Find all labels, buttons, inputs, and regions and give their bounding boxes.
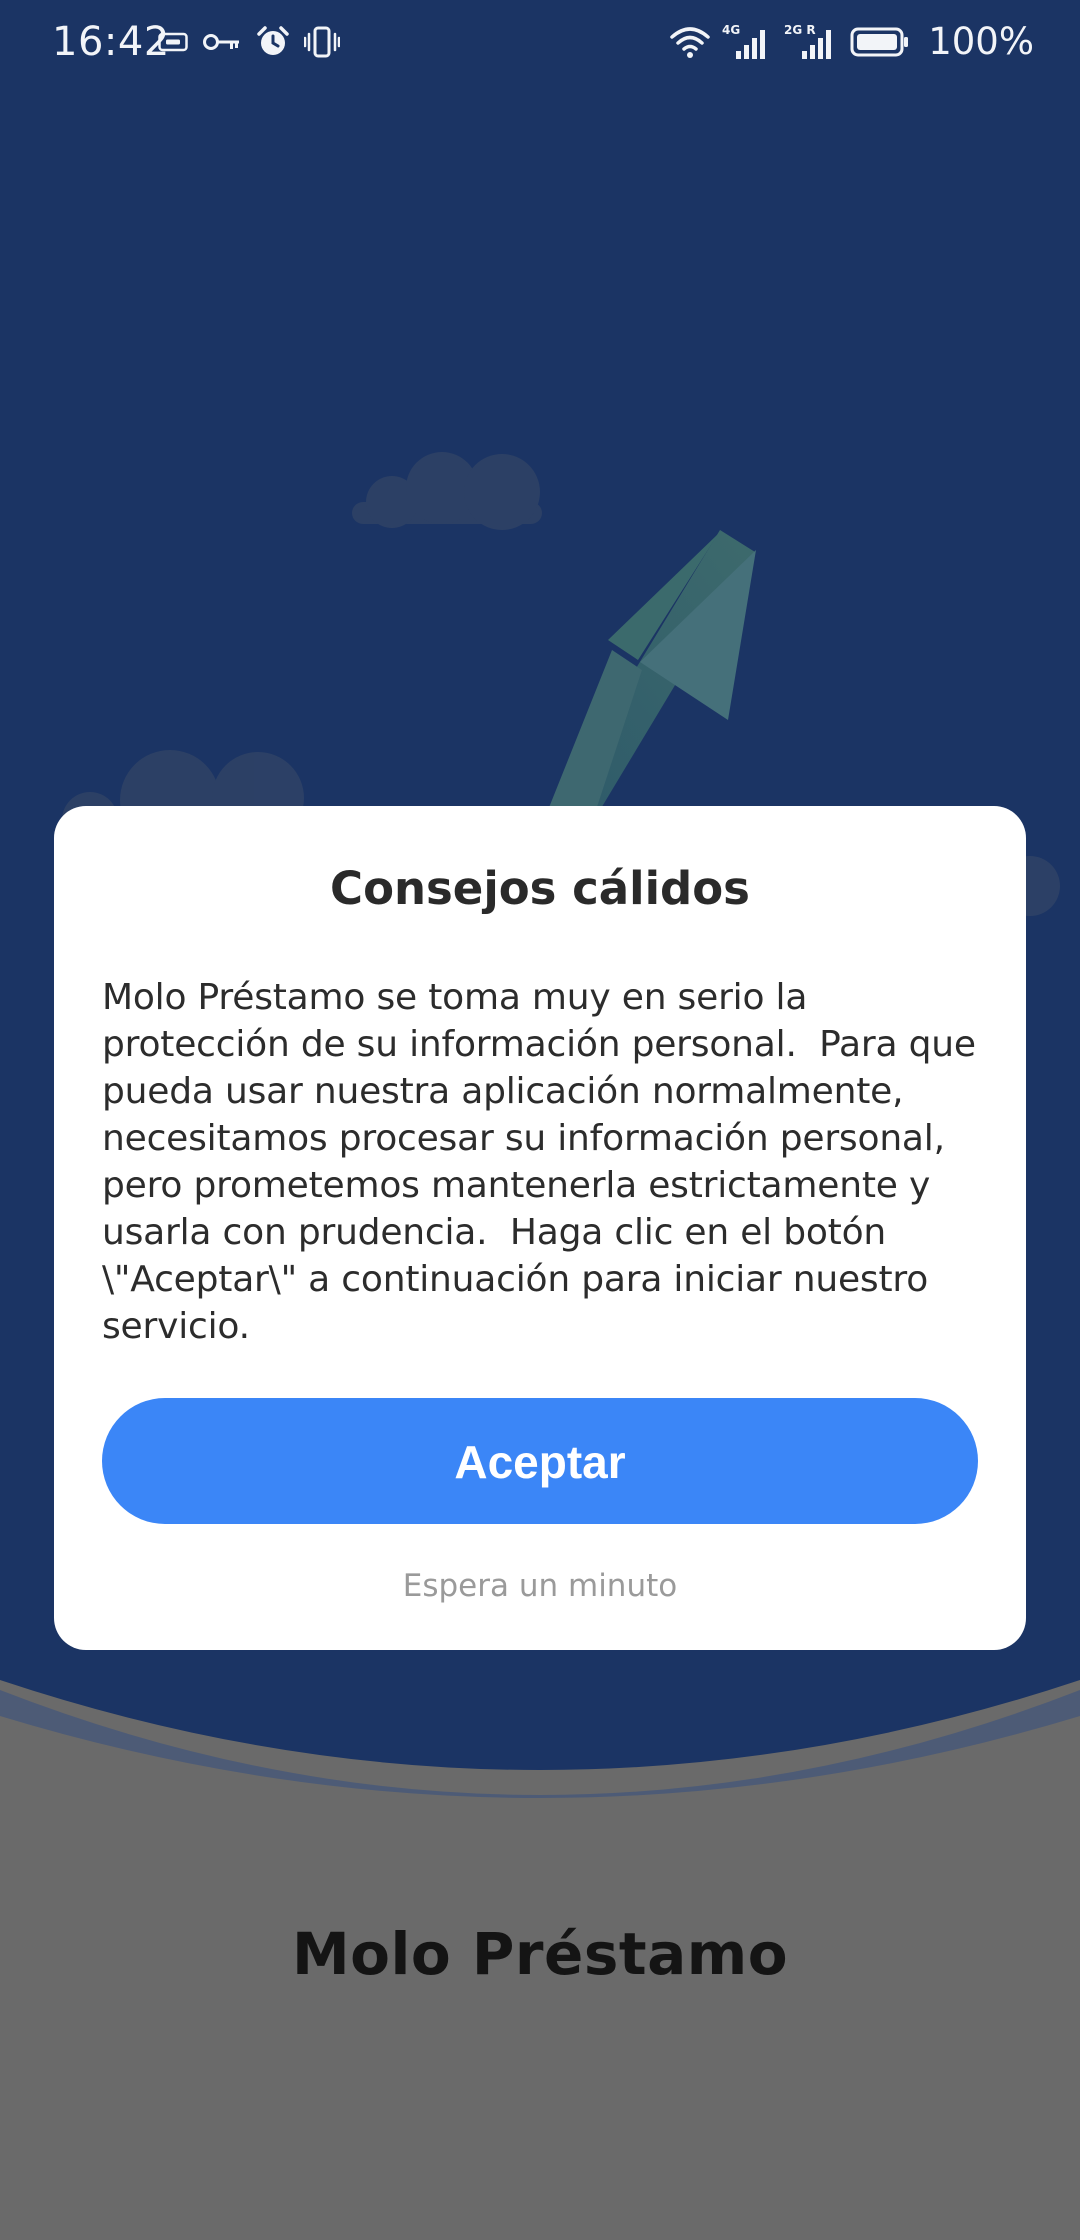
vpn-key-icon [203,34,239,50]
app-name-title: Molo Préstamo [291,1920,789,1988]
screen-record-icon [158,32,188,52]
signal-4g-icon: 4G [722,23,766,59]
status-bar: 16:42 4G 2G R 100% [0,0,1080,86]
status-left-icons [158,18,340,66]
dialog-title: Consejos cálidos [330,862,750,915]
status-right-icons: 4G 2G R 100% [670,18,1034,66]
alarm-icon [257,26,289,55]
battery-percent: 100% [928,20,1034,63]
wifi-icon [670,27,710,58]
vibrate-icon [304,26,340,58]
status-time: 16:42 [52,19,170,65]
network-1-label: 4G [722,23,740,37]
signal-2g-icon: 2G R [784,23,832,59]
privacy-dialog: Consejos cálidos Molo Préstamo se toma m… [54,806,1026,1650]
wait-a-minute-link[interactable]: Espera un minuto [54,1568,1026,1604]
dialog-body-text: Molo Préstamo se toma muy en serio la pr… [102,977,988,1347]
battery-icon [850,27,909,57]
accept-button[interactable]: Aceptar [102,1398,978,1524]
app-screen: 16:42 4G 2G R 100% Molo Préstamo Consejo… [0,0,1080,2240]
network-2-label: 2G R [784,23,816,37]
